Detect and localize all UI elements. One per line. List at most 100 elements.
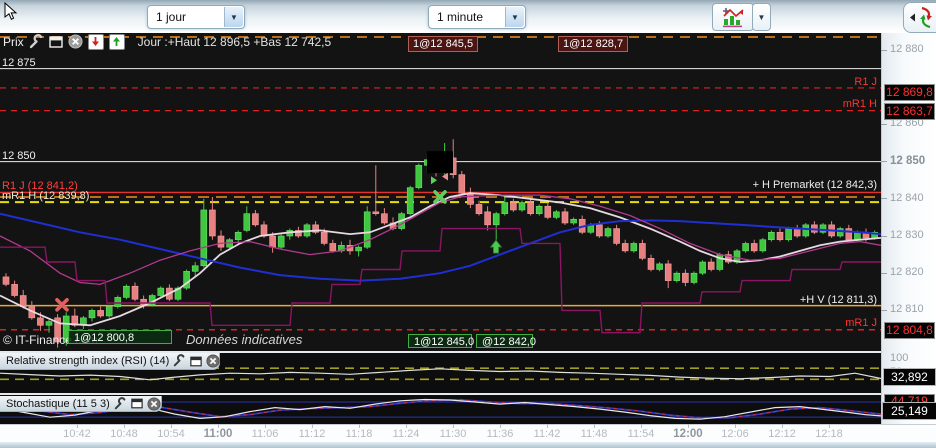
candle [11, 280, 18, 298]
sell-arrow-button[interactable] [87, 33, 104, 50]
rsi-scale-100: 100 [890, 352, 909, 364]
candle [183, 269, 190, 290]
price-axis-label: 12 850 [890, 154, 926, 167]
candle [742, 241, 749, 253]
day-high-low-summary: Jour :+Haut 12 896,5 +Bas 12 742,5 [137, 34, 332, 49]
price-panel-header: Prix Jour :+Haut 12 896,5 +Bas 12 742,5 [0, 33, 331, 50]
candle [836, 226, 844, 238]
level-label-left: mR1 H (12 839,8) [2, 190, 90, 202]
order-badge: 1@12 845,5 [408, 36, 479, 52]
candle [80, 315, 87, 329]
wrench-icon[interactable] [29, 33, 44, 49]
chart-type-icon [723, 8, 744, 28]
level-label-left: 12 875 [2, 57, 36, 69]
green-up-arrow-icon [113, 37, 121, 46]
candle [639, 239, 646, 261]
time-axis-label: 12:12 [768, 428, 796, 440]
time-axis-label: 11:42 [533, 428, 561, 440]
level-label-right: +H V (12 811,3) [799, 294, 877, 306]
candle [604, 226, 612, 238]
stoch-white-value-badge: 25,149 [882, 402, 936, 420]
candle [372, 165, 380, 216]
candle [725, 250, 732, 264]
candle [561, 208, 569, 225]
candle [518, 200, 526, 212]
price-axis-tick [881, 309, 887, 311]
time-axis-label: 11:36 [486, 428, 514, 440]
candle [510, 198, 517, 212]
candle [329, 239, 337, 253]
time-axis-label: 12:18 [815, 428, 843, 440]
trade-badge: @12 842,0 [476, 334, 536, 348]
time-axis-label: 10:42 [63, 428, 91, 440]
close-icon[interactable] [147, 396, 161, 411]
candle [105, 304, 113, 318]
price-axis-tick [881, 235, 887, 237]
price-alert-badge: 12 869,8 [884, 84, 935, 101]
price-alert-badge: 12 804,8 [884, 322, 935, 339]
candle [759, 237, 767, 253]
candle [690, 271, 698, 285]
candle [467, 187, 474, 209]
candle [553, 209, 560, 220]
time-axis-label: 11:24 [392, 428, 420, 440]
price-axis-tick [881, 123, 887, 125]
time-axis-label: 11:00 [203, 428, 233, 440]
candle [630, 241, 638, 253]
candle [750, 239, 758, 253]
level-label-right: R1 J [854, 76, 877, 88]
top-toolbar: 1 jour ▼ 1 minute ▼ ▼ [0, 0, 936, 33]
chevron-down-icon[interactable]: ▼ [505, 7, 524, 27]
candle [243, 206, 251, 233]
candle [845, 224, 853, 242]
time-axis-label: 11:06 [251, 428, 279, 440]
candle [2, 273, 10, 287]
candle [664, 260, 672, 289]
chevron-down-icon[interactable]: ▼ [224, 7, 243, 27]
candle [415, 163, 423, 190]
trade-badge: 1@12 800,8 [68, 330, 172, 344]
timeframe-minute-select[interactable]: 1 minute ▼ [428, 5, 526, 29]
candle [355, 245, 362, 257]
level-label-right: + H Premarket (12 842,3) [752, 179, 877, 191]
close-icon[interactable] [68, 34, 83, 49]
candle [252, 209, 259, 227]
timeframe-day-select[interactable]: 1 jour ▼ [147, 5, 245, 29]
collapse-panel-button[interactable] [903, 2, 936, 33]
level-label-right: mR1 H [842, 98, 877, 110]
candle [776, 228, 784, 242]
chart-type-dropdown[interactable]: ▼ [752, 3, 771, 31]
level-label-right: mR1 J [845, 317, 877, 329]
wrench-icon[interactable] [114, 396, 127, 410]
close-icon[interactable] [206, 354, 220, 368]
window-icon[interactable] [190, 356, 202, 367]
candle [312, 221, 319, 235]
rsi-line [0, 368, 882, 381]
candle [501, 195, 509, 216]
disclaimer-text: Données indicatives [186, 332, 303, 347]
stoch-title: Stochastique (11 5 3) [6, 397, 110, 410]
window-icon[interactable] [131, 398, 143, 409]
candle [114, 295, 122, 309]
buy-arrow-marker [489, 239, 503, 254]
buy-arrow-button[interactable] [108, 33, 125, 50]
price-axis-tick [881, 49, 887, 51]
bottom-strip [0, 442, 936, 448]
candle [406, 185, 414, 216]
price-axis-label: 12 830 [890, 229, 924, 241]
time-axis-label: 12:00 [673, 428, 703, 440]
time-axis-label: 12:06 [721, 428, 749, 440]
candle [200, 198, 208, 268]
candle [45, 319, 53, 333]
annotation-black-box [427, 151, 453, 174]
candle [613, 224, 620, 246]
time-axis-label: 11:54 [627, 428, 655, 440]
price-axis-label: 12 840 [890, 191, 924, 204]
wrench-icon[interactable] [173, 354, 186, 367]
price-alert-badge: 12 863,7 [884, 103, 935, 120]
rsi-header: Relative strength index (RSI) (14) [0, 353, 220, 370]
chart-type-button[interactable] [712, 3, 754, 31]
candle [286, 228, 294, 240]
window-icon[interactable] [48, 35, 63, 48]
order-badge: 1@12 828,7 [558, 36, 629, 52]
